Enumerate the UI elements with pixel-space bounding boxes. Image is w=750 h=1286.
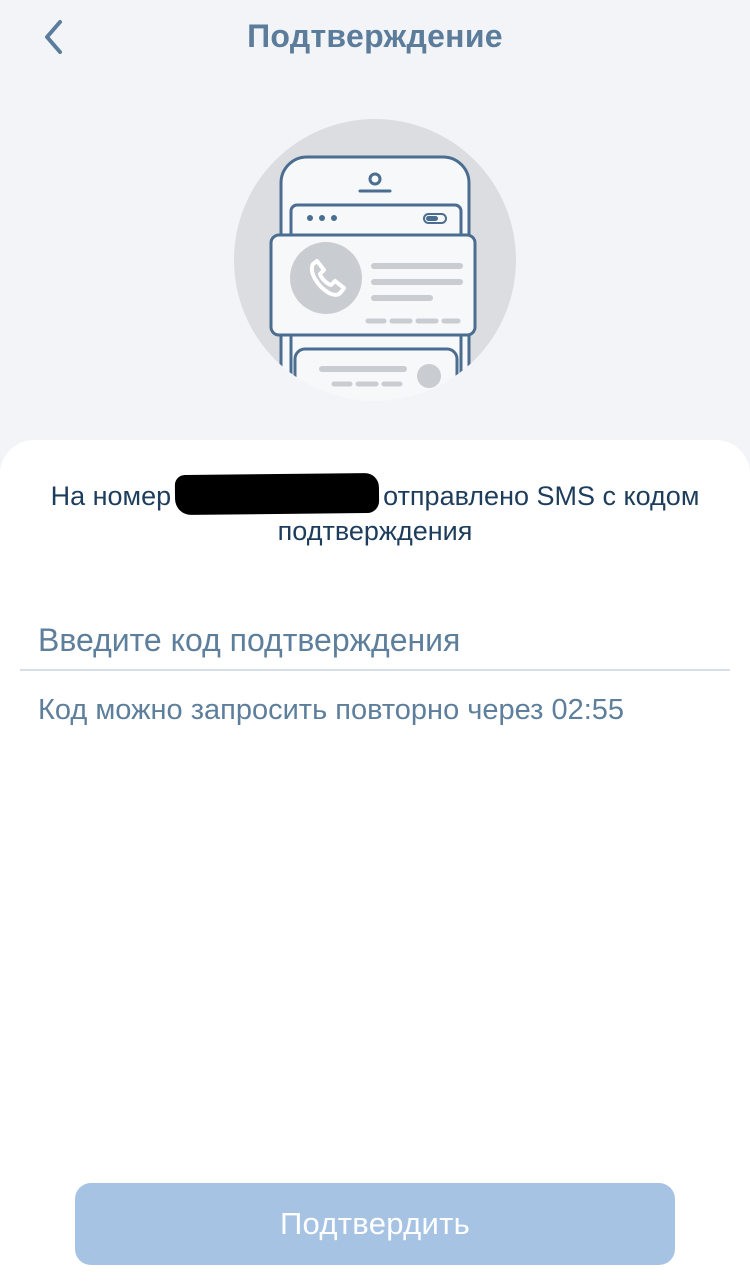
message-prefix: На номер — [50, 481, 172, 511]
resend-timer-text: Код можно запросить повторно через 02:55 — [38, 694, 624, 727]
redacted-phone-number — [174, 472, 380, 516]
content-card — [0, 440, 750, 1286]
confirm-button[interactable]: Подтвердить — [75, 1183, 675, 1265]
phone-call-notification-illustration — [234, 119, 516, 401]
resend-label: Код можно запросить повторно через — [38, 694, 544, 726]
resend-countdown: 02:55 — [551, 694, 625, 726]
confirmation-code-input[interactable] — [20, 620, 730, 671]
page-title: Подтверждение — [247, 18, 503, 54]
header: Подтверждение — [0, 0, 750, 80]
confirmation-screen: Подтверждение На номер отправлено SMS с … — [0, 0, 750, 1286]
sms-sent-message: На номер отправлено SMS с кодом подтвержд… — [40, 472, 710, 548]
